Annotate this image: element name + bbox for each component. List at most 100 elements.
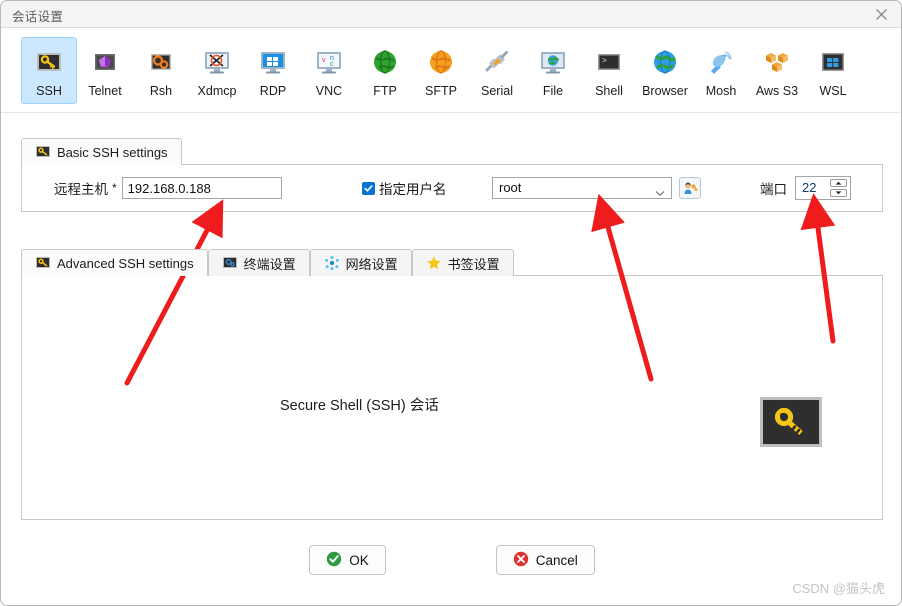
- protocol-label: File: [542, 84, 564, 98]
- port-label: 端口: [760, 182, 787, 197]
- rdp-icon: [257, 46, 289, 78]
- user-key-icon[interactable]: [679, 177, 701, 199]
- protocol-xdmcp[interactable]: Xdmcp: [189, 37, 245, 104]
- host-label: 远程主机: [54, 182, 108, 197]
- serial-plug-icon: [481, 46, 513, 78]
- key-icon: [35, 144, 51, 160]
- protocol-label: Browser: [642, 84, 688, 98]
- protocol-aws-s3[interactable]: Aws S3: [749, 37, 805, 104]
- browser-globe-icon: [649, 46, 681, 78]
- dialog-buttons: OK Cancel: [1, 545, 901, 575]
- protocol-selector: SSH Telnet Rsh Xdmcp RDP v n c VNC FTP S…: [1, 28, 901, 113]
- cancel-button[interactable]: Cancel: [495, 545, 595, 575]
- port-spinner[interactable]: 22: [795, 176, 851, 200]
- protocol-label: FTP: [373, 84, 397, 98]
- telnet-icon: [89, 46, 121, 78]
- wsl-windows-icon: [817, 46, 849, 78]
- protocol-rdp[interactable]: RDP: [245, 37, 301, 104]
- protocol-file[interactable]: File: [525, 37, 581, 104]
- file-monitor-icon: [537, 46, 569, 78]
- protocol-label: RDP: [259, 84, 287, 98]
- spinner-up-icon[interactable]: [830, 179, 847, 187]
- protocol-sftp[interactable]: SFTP: [413, 37, 469, 104]
- window-title: 会话设置: [12, 10, 64, 24]
- advanced-tab-body: Secure Shell (SSH) 会话: [21, 275, 883, 520]
- protocol-label: Shell: [595, 84, 623, 98]
- tab-label: Advanced SSH settings: [57, 255, 194, 271]
- port-value: 22: [802, 180, 817, 195]
- close-icon[interactable]: [859, 1, 901, 27]
- network-icon: [324, 255, 340, 271]
- port-field-group: 端口 22: [760, 165, 851, 211]
- port-spinner-arrows: [830, 179, 847, 197]
- basic-tab-header: Basic SSH settings: [21, 137, 883, 165]
- username-field-group: root: [492, 165, 701, 211]
- x-circle-icon: [513, 551, 529, 570]
- protocol-ssh[interactable]: SSH: [21, 37, 77, 104]
- protocol-label: SFTP: [425, 84, 457, 98]
- protocol-label: Serial: [481, 84, 513, 98]
- protocol-ftp[interactable]: FTP: [357, 37, 413, 104]
- check-circle-icon: [326, 551, 342, 570]
- key-icon: [35, 255, 51, 271]
- protocol-browser[interactable]: Browser: [637, 37, 693, 104]
- protocol-rsh[interactable]: Rsh: [133, 37, 189, 104]
- specify-username-checkbox[interactable]: [362, 181, 375, 195]
- titlebar: 会话设置: [1, 1, 901, 28]
- specify-username-group: 指定用户名: [362, 165, 447, 211]
- tab-label: 终端设置: [243, 256, 296, 272]
- ok-button[interactable]: OK: [309, 545, 386, 575]
- ftp-globe-icon: [369, 46, 401, 78]
- protocol-label: Aws S3: [755, 84, 799, 98]
- protocol-telnet[interactable]: Telnet: [77, 37, 133, 104]
- tab-label: 书签设置: [447, 256, 500, 272]
- advanced-settings-card: Advanced SSH settings 终端设置 网络设置 书签设置 Sec…: [21, 248, 883, 520]
- ok-label: OK: [349, 552, 369, 568]
- watermark: CSDN @猫头虎: [792, 581, 885, 596]
- protocol-label: Telnet: [88, 84, 122, 98]
- protocol-shell[interactable]: > Shell: [581, 37, 637, 104]
- host-field-group: 远程主机 *: [54, 165, 282, 211]
- ssh-key-badge-icon: [760, 397, 822, 447]
- basic-tab-body: 远程主机 * 指定用户名 root: [21, 164, 883, 212]
- svg-text:c: c: [330, 61, 334, 68]
- protocol-label: Mosh: [705, 84, 737, 98]
- tab-basic-ssh-settings[interactable]: Basic SSH settings: [21, 138, 182, 165]
- xdmcp-icon: [201, 46, 233, 78]
- protocol-label: Rsh: [149, 84, 173, 98]
- chevron-down-icon: [655, 184, 665, 202]
- svg-text:>: >: [602, 57, 607, 66]
- rsh-gears-icon: [145, 46, 177, 78]
- cancel-label: Cancel: [535, 552, 578, 568]
- shell-prompt-icon: >: [593, 46, 625, 78]
- specify-username-label: 指定用户名: [379, 182, 447, 197]
- tab-terminal-settings[interactable]: 终端设置: [207, 249, 310, 276]
- protocol-list: SSH Telnet Rsh Xdmcp RDP v n c VNC FTP S…: [21, 37, 861, 104]
- gear-blue-icon: [222, 255, 238, 271]
- protocol-serial[interactable]: Serial: [469, 37, 525, 104]
- sftp-globe-icon: [425, 46, 457, 78]
- tab-advanced-ssh-settings[interactable]: Advanced SSH settings: [21, 249, 208, 276]
- spinner-down-icon[interactable]: [830, 189, 847, 197]
- protocol-wsl[interactable]: WSL: [805, 37, 861, 104]
- host-required-mark: *: [112, 181, 117, 195]
- protocol-label: VNC: [315, 84, 343, 98]
- host-input[interactable]: [121, 177, 282, 199]
- basic-ssh-settings-card: Basic SSH settings 远程主机 * 指定用户名: [21, 137, 883, 212]
- protocol-vnc[interactable]: v n c VNC: [301, 37, 357, 104]
- advanced-tab-header: Advanced SSH settings 终端设置 网络设置 书签设置: [21, 248, 883, 276]
- tab-label: Basic SSH settings: [57, 144, 168, 160]
- svg-text:v: v: [322, 57, 326, 64]
- mosh-dish-icon: [705, 46, 737, 78]
- vnc-icon: v n c: [313, 46, 345, 78]
- tab-label: 网络设置: [345, 256, 398, 272]
- panel-caption: Secure Shell (SSH) 会话: [280, 398, 439, 414]
- protocol-label: SSH: [36, 84, 62, 98]
- tab-bookmark-settings[interactable]: 书签设置: [411, 249, 514, 276]
- star-icon: [426, 255, 442, 271]
- session-settings-dialog: 会话设置 SSH Telnet Rsh Xdmcp RDP v n c VNC …: [0, 0, 902, 606]
- ssh-key-icon: [33, 46, 65, 78]
- username-combo[interactable]: root: [492, 177, 672, 199]
- tab-network-settings[interactable]: 网络设置: [309, 249, 412, 276]
- protocol-mosh[interactable]: Mosh: [693, 37, 749, 104]
